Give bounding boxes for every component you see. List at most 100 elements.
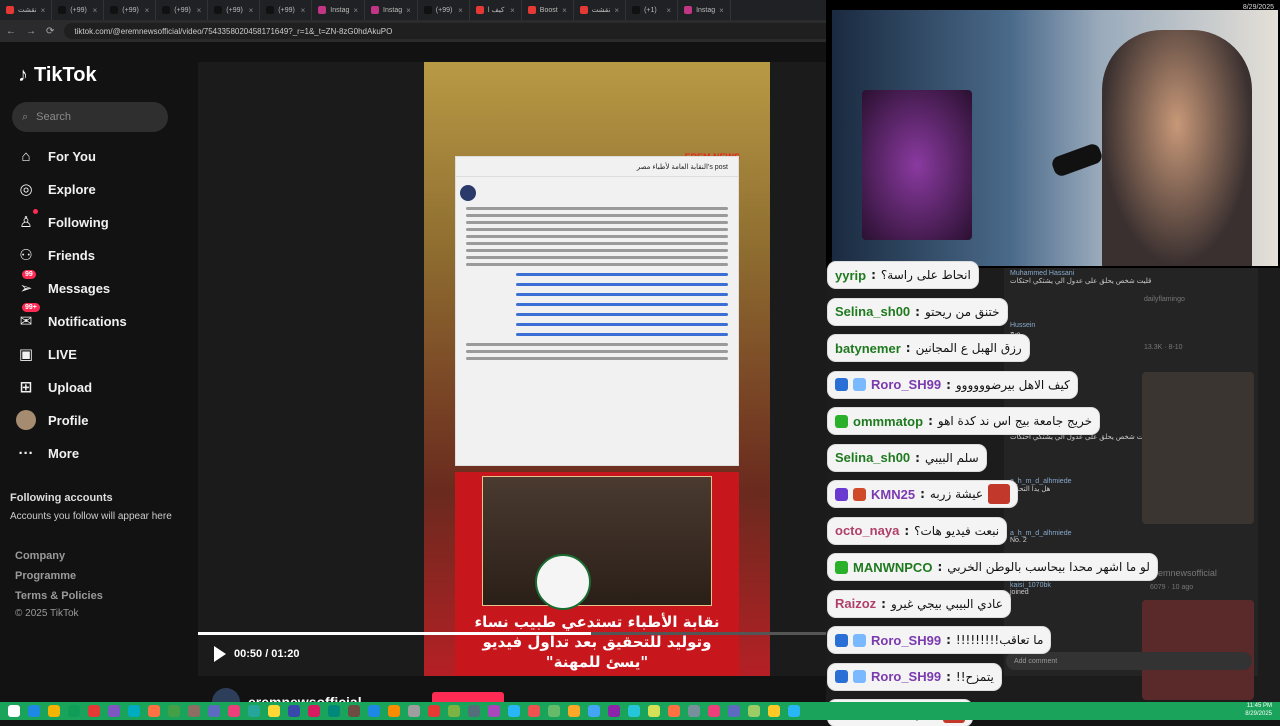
taskbar-app-icon[interactable] — [448, 705, 460, 717]
taskbar-app-icon[interactable] — [568, 705, 580, 717]
sidebar-item-profile[interactable]: Profile — [16, 408, 88, 432]
forward-icon[interactable]: → — [26, 26, 36, 37]
comment-user[interactable]: Hussein — [1010, 322, 1035, 329]
tab-close-icon[interactable]: × — [458, 6, 463, 15]
url-field[interactable]: tiktok.com/@eremnewsofficial/video/75433… — [64, 23, 845, 39]
tab-close-icon[interactable]: × — [197, 6, 202, 15]
video-progress-bar[interactable] — [198, 632, 826, 635]
taskbar-app-icon[interactable] — [548, 705, 560, 717]
tab-close-icon[interactable]: × — [353, 6, 358, 15]
tab-close-icon[interactable]: × — [301, 6, 306, 15]
browser-tab[interactable]: (+99) × — [418, 0, 470, 20]
taskbar-app-icon[interactable] — [648, 705, 660, 717]
browser-tab[interactable]: Boost × — [522, 0, 574, 20]
taskbar-app-icon[interactable] — [48, 705, 60, 717]
taskbar-app-icon[interactable] — [528, 705, 540, 717]
tiktok-logo[interactable]: ♪ TikTok — [18, 64, 97, 87]
comment-user[interactable]: kaisi_1070bk — [1010, 582, 1051, 589]
video-frame[interactable]: EREM NEWS النقابة العامة لأطباء مصر's po… — [424, 62, 770, 676]
tab-close-icon[interactable]: × — [562, 6, 567, 15]
taskbar-app-icon[interactable] — [108, 705, 120, 717]
taskbar-app-icon[interactable] — [288, 705, 300, 717]
browser-tab[interactable]: (+99) × — [156, 0, 209, 20]
sidebar-item-explore[interactable]: ◎ Explore — [16, 177, 95, 201]
taskbar-app-icon[interactable] — [748, 705, 760, 717]
comment-user[interactable]: a_h_m_d_alhmiede — [1010, 530, 1072, 537]
browser-tab[interactable]: Instag × — [312, 0, 366, 20]
taskbar-app-icon[interactable] — [128, 705, 140, 717]
taskbar-app-icon[interactable] — [268, 705, 280, 717]
back-icon[interactable]: ← — [6, 26, 16, 37]
taskbar-app-icon[interactable] — [28, 705, 40, 717]
chat-message: Roro_SH99: !!!!!!!!!ما تعاقب — [828, 627, 1051, 653]
taskbar-app-icon[interactable] — [408, 705, 420, 717]
browser-tab[interactable]: (+99) × — [52, 0, 105, 20]
sidebar-item-messages[interactable]: ➢ 99 Messages — [16, 270, 110, 300]
browser-tab[interactable]: Instag × — [678, 0, 731, 20]
tab-close-icon[interactable]: × — [249, 6, 254, 15]
tab-close-icon[interactable]: × — [510, 6, 515, 15]
taskbar-app-icon[interactable] — [168, 705, 180, 717]
footer-programme[interactable]: Programme — [15, 570, 76, 582]
taskbar-app-icon[interactable] — [328, 705, 340, 717]
browser-tab[interactable]: Instag × — [365, 0, 418, 20]
taskbar-app-icon[interactable] — [788, 705, 800, 717]
play-icon[interactable] — [214, 646, 226, 662]
taskbar-app-icon[interactable] — [208, 705, 220, 717]
sidebar-item-upload[interactable]: ⊞ Upload — [16, 375, 92, 399]
tab-close-icon[interactable]: × — [41, 6, 46, 15]
taskbar-app-icon[interactable] — [228, 705, 240, 717]
search-input[interactable]: ⌕ Search — [12, 102, 168, 132]
comment-user[interactable]: Muhammed Hassani — [1010, 270, 1151, 277]
start-icon[interactable] — [8, 705, 20, 717]
browser-tab[interactable]: (+99) × — [104, 0, 157, 20]
taskbar-app-icon[interactable] — [688, 705, 700, 717]
taskbar-app-icon[interactable] — [428, 705, 440, 717]
taskbar-app-icon[interactable] — [728, 705, 740, 717]
sidebar-item-live[interactable]: ▣ LIVE — [16, 342, 77, 366]
tab-close-icon[interactable]: × — [719, 6, 724, 15]
tab-close-icon[interactable]: × — [666, 6, 671, 15]
taskbar-app-icon[interactable] — [768, 705, 780, 717]
tab-close-icon[interactable]: × — [93, 6, 98, 15]
taskbar-app-icon[interactable] — [348, 705, 360, 717]
browser-tab[interactable]: كيف ا × — [470, 0, 522, 20]
taskbar-app-icon[interactable] — [148, 705, 160, 717]
taskbar-app-icon[interactable] — [68, 705, 80, 717]
taskbar-app-icon[interactable] — [88, 705, 100, 717]
browser-tab[interactable]: نقشت × — [0, 0, 53, 20]
tab-close-icon[interactable]: × — [406, 6, 411, 15]
taskbar-app-icon[interactable] — [488, 705, 500, 717]
taskbar-app-icon[interactable] — [628, 705, 640, 717]
browser-tab[interactable]: نقشت × — [574, 0, 627, 20]
browser-tab[interactable]: (+1) × — [626, 0, 679, 20]
taskbar-app-icon[interactable] — [468, 705, 480, 717]
taskbar-app-icon[interactable] — [368, 705, 380, 717]
reload-icon[interactable]: ⟳ — [46, 26, 54, 37]
tab-close-icon[interactable]: × — [614, 6, 619, 15]
related-thumb-1[interactable] — [1142, 372, 1254, 524]
sidebar-item-notifications[interactable]: ✉ 99+ Notifications — [16, 303, 127, 333]
taskbar-app-icon[interactable] — [668, 705, 680, 717]
taskbar-app-icon[interactable] — [508, 705, 520, 717]
taskbar-app-icon[interactable] — [248, 705, 260, 717]
taskbar-app-icon[interactable] — [308, 705, 320, 717]
taskbar-app-icon[interactable] — [388, 705, 400, 717]
sidebar-item-friends[interactable]: ⚇ Friends — [16, 243, 95, 267]
sidebar-item-more[interactable]: ··· More — [16, 441, 80, 465]
taskbar-app-icon[interactable] — [708, 705, 720, 717]
sidebar-item-for-you[interactable]: ⌂ For You — [16, 144, 95, 168]
comment-user[interactable]: a_h_m_d_alhmiede — [1010, 478, 1072, 485]
sidebar-item-following[interactable]: ♙ Following — [16, 209, 109, 234]
taskbar-app-icon[interactable] — [608, 705, 620, 717]
taskbar-app-icon[interactable] — [188, 705, 200, 717]
browser-tab[interactable]: (+99) × — [208, 0, 261, 20]
video-player[interactable]: EREM NEWS النقابة العامة لأطباء مصر's po… — [198, 62, 826, 676]
taskbar-app-icon[interactable] — [588, 705, 600, 717]
add-comment-input[interactable]: Add comment — [1006, 652, 1252, 670]
tab-close-icon[interactable]: × — [145, 6, 150, 15]
related-thumb-2[interactable] — [1142, 600, 1254, 700]
footer-company[interactable]: Company — [15, 550, 65, 562]
browser-tab[interactable]: (+99) × — [260, 0, 313, 20]
footer-terms[interactable]: Terms & Policies — [15, 590, 103, 602]
